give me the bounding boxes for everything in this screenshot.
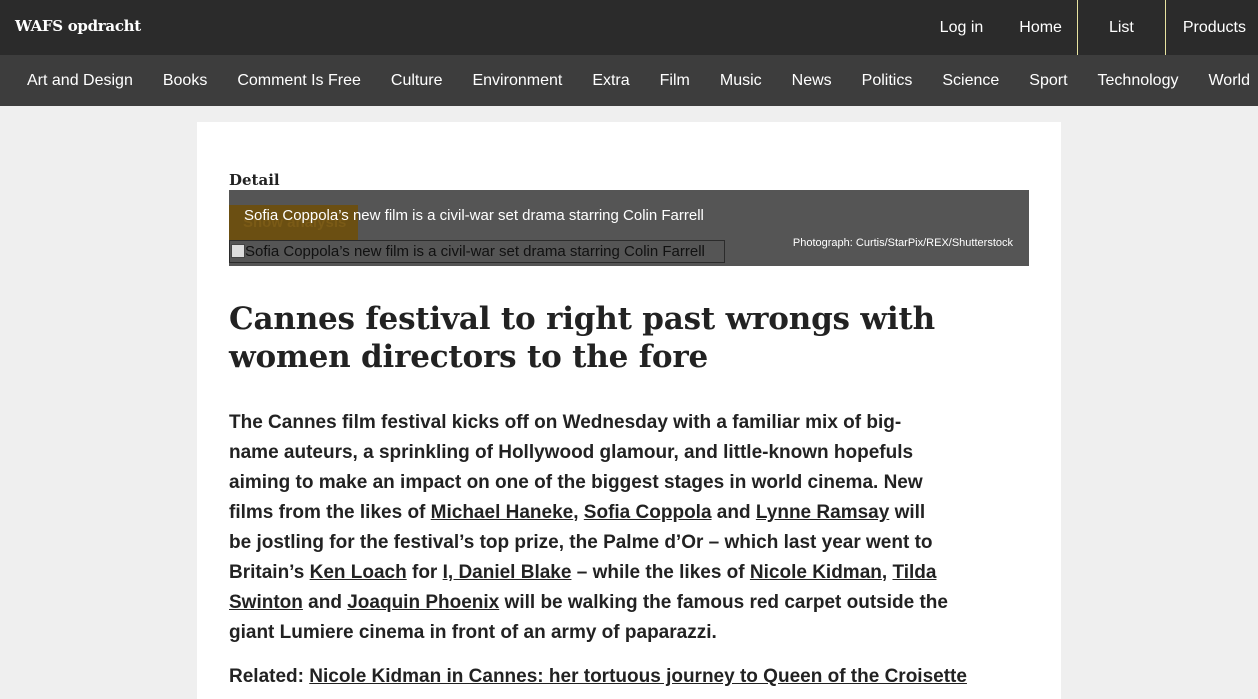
body-text-segment: and [711, 502, 756, 523]
top-nav: Log in Home List Products [924, 0, 1258, 55]
category-item[interactable]: Environment [457, 55, 577, 106]
category-item[interactable]: Comment Is Free [222, 55, 376, 106]
body-text-segment: – while the likes of [571, 562, 750, 583]
category-item[interactable]: Politics [847, 55, 928, 106]
image-alt-text: Sofia Coppola’s new film is a civil-war … [245, 243, 705, 260]
category-item[interactable]: Music [705, 55, 777, 106]
category-list: Art and Design Books Comment Is Free Cul… [0, 55, 1258, 106]
nav-products-link[interactable]: Products [1166, 0, 1258, 55]
image-caption: Sofia Coppola’s new film is a civil-war … [244, 207, 704, 224]
category-item[interactable]: Books [148, 55, 222, 106]
category-bar: Art and Design Books Comment Is Free Cul… [0, 55, 1258, 106]
link-michael-haneke[interactable]: Michael Haneke [431, 502, 574, 523]
body-text-segment: for [406, 562, 443, 583]
category-item[interactable]: Technology [1083, 55, 1194, 106]
category-item[interactable]: Sport [1014, 55, 1082, 106]
link-sofia-coppola[interactable]: Sofia Coppola [584, 502, 712, 523]
category-item[interactable]: News [777, 55, 847, 106]
article-figure: Show analysis Sofia Coppola’s new film i… [229, 190, 1029, 266]
related-label: Related: [229, 666, 310, 687]
top-bar: WAFS opdracht Log in Home List Products [0, 0, 1258, 55]
category-item[interactable]: Film [645, 55, 705, 106]
link-lynne-ramsay[interactable]: Lynne Ramsay [756, 502, 889, 523]
article-body: The Cannes film festival kicks off on We… [229, 408, 949, 648]
category-item[interactable]: World [1193, 55, 1258, 106]
nav-login-link[interactable]: Log in [924, 0, 1002, 55]
link-i-daniel-blake[interactable]: I, Daniel Blake [443, 562, 572, 583]
article-image: Sofia Coppola’s new film is a civil-war … [229, 240, 725, 263]
related-line: Related: Nicole Kidman in Cannes: her to… [229, 666, 1009, 688]
related-article-link[interactable]: Nicole Kidman in Cannes: her tortuous jo… [309, 666, 967, 687]
nav-home-link[interactable]: Home [1001, 0, 1077, 55]
category-item[interactable]: Science [927, 55, 1014, 106]
body-text-segment: , [573, 502, 584, 523]
nav-list-link[interactable]: List [1076, 0, 1166, 55]
body-text-segment: and [302, 592, 348, 613]
category-item[interactable]: Art and Design [12, 55, 148, 106]
brand-logo[interactable]: WAFS opdracht [15, 17, 141, 35]
image-credit: Photograph: Curtis/StarPix/REX/Shutterst… [792, 237, 1013, 249]
article-headline: Cannes festival to right past wrongs wit… [229, 301, 935, 375]
body-text-segment: , [881, 562, 893, 583]
link-ken-loach[interactable]: Ken Loach [310, 562, 407, 583]
broken-image-icon [231, 244, 245, 258]
category-item[interactable]: Extra [577, 55, 644, 106]
link-nicole-kidman[interactable]: Nicole Kidman [750, 562, 882, 583]
section-label: Detail [229, 171, 280, 189]
category-item[interactable]: Culture [376, 55, 458, 106]
link-joaquin-phoenix[interactable]: Joaquin Phoenix [347, 592, 499, 613]
article-card: Detail Show analysis Sofia Coppola’s new… [197, 122, 1061, 699]
